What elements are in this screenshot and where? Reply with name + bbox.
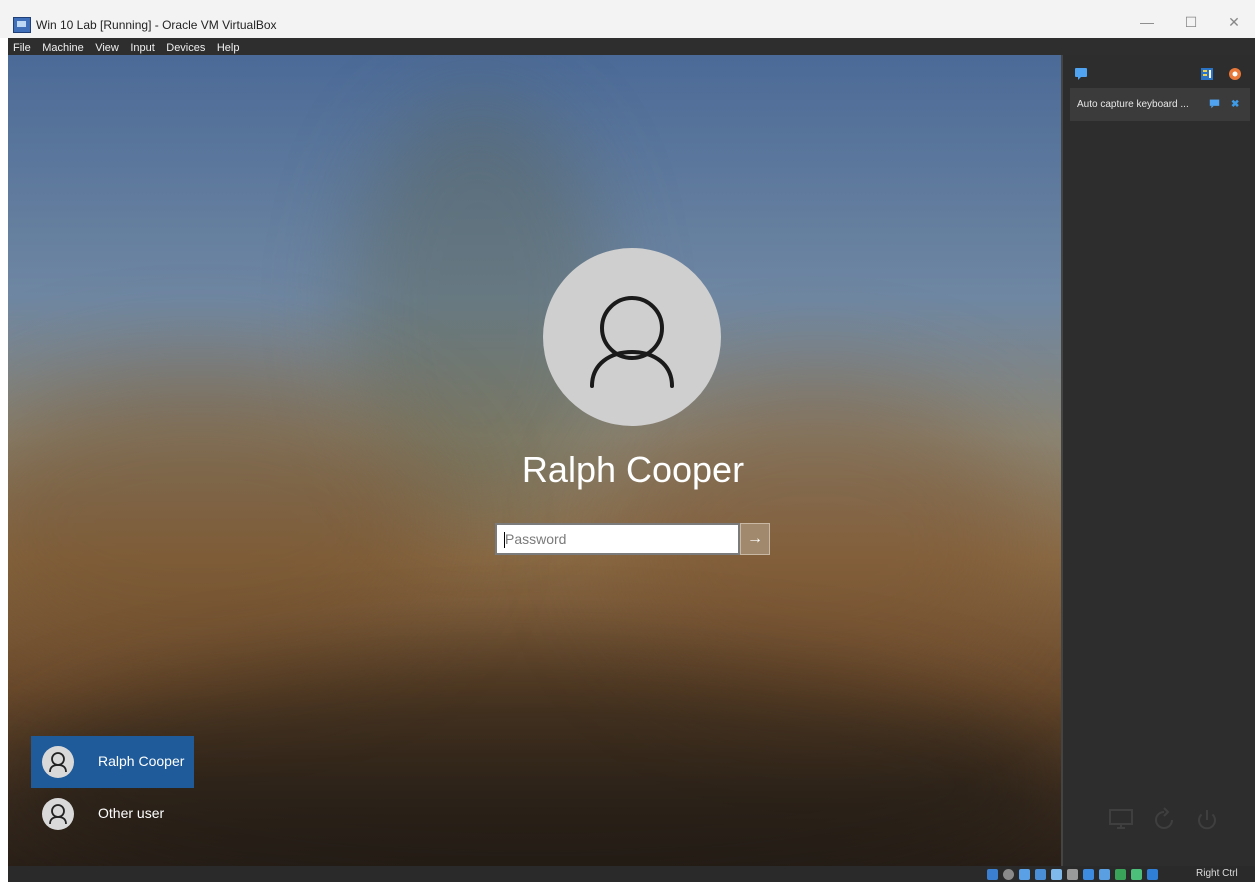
lockscreen-user-name: Ralph Cooper bbox=[521, 449, 745, 490]
audio-icon[interactable] bbox=[1019, 869, 1030, 880]
close-button[interactable]: ✕ bbox=[1219, 12, 1249, 32]
shared-folder-icon[interactable] bbox=[1067, 869, 1078, 880]
password-input[interactable] bbox=[505, 525, 737, 553]
keyboard-icon[interactable] bbox=[1147, 869, 1158, 880]
chat-icon[interactable] bbox=[1074, 67, 1088, 81]
window-title-bar: Win 10 Lab [Running] - Oracle VM Virtual… bbox=[0, 0, 1255, 38]
close-icon[interactable]: ✖ bbox=[1231, 99, 1239, 110]
mouse-integration-icon[interactable] bbox=[1131, 869, 1142, 880]
user-tile-label: Other user bbox=[98, 805, 165, 821]
vm-status-bar: Right Ctrl bbox=[8, 866, 1255, 882]
user-tile-ralph-cooper[interactable]: Ralph Cooper bbox=[31, 736, 194, 788]
window-title: Win 10 Lab [Running] - Oracle VM Virtual… bbox=[36, 18, 277, 32]
optical-drive-icon[interactable] bbox=[1003, 869, 1014, 880]
menu-bar: File Machine View Input Devices Help bbox=[8, 38, 1255, 55]
virtualbox-app-icon bbox=[13, 17, 31, 33]
notification-text: Auto capture keyboard ... bbox=[1077, 99, 1189, 110]
vm-display[interactable]: Ralph Cooper → Ralph Cooper Other user bbox=[8, 55, 1061, 866]
display-icon[interactable] bbox=[1083, 869, 1094, 880]
password-field[interactable] bbox=[495, 523, 740, 555]
notification-item: Auto capture keyboard ... ✖ bbox=[1070, 88, 1250, 121]
settings-gear-icon[interactable] bbox=[1228, 67, 1242, 81]
cpu-icon[interactable] bbox=[1115, 869, 1126, 880]
recording-icon[interactable] bbox=[1099, 869, 1110, 880]
minimize-button[interactable]: — bbox=[1132, 12, 1162, 32]
submit-arrow-button[interactable]: → bbox=[740, 523, 770, 555]
message-icon[interactable] bbox=[1209, 98, 1220, 109]
user-avatar bbox=[543, 248, 721, 426]
usb-icon[interactable] bbox=[1051, 869, 1062, 880]
notification-sidebar: Auto capture keyboard ... ✖ bbox=[1061, 55, 1255, 866]
user-tile-other-user[interactable]: Other user bbox=[31, 788, 194, 840]
user-silhouette-icon bbox=[590, 296, 674, 388]
sort-icon[interactable] bbox=[1200, 67, 1214, 81]
reset-icon[interactable] bbox=[1151, 807, 1177, 833]
display-icon[interactable] bbox=[1108, 807, 1134, 833]
network-icon[interactable] bbox=[1035, 869, 1046, 880]
user-silhouette-icon bbox=[42, 798, 74, 830]
host-key-label: Right Ctrl bbox=[1196, 868, 1238, 879]
user-silhouette-icon bbox=[42, 746, 74, 778]
power-icon[interactable] bbox=[1194, 807, 1220, 833]
hard-disk-icon[interactable] bbox=[987, 869, 998, 880]
user-tile-label: Ralph Cooper bbox=[98, 753, 185, 769]
maximize-button[interactable]: ☐ bbox=[1176, 12, 1206, 32]
